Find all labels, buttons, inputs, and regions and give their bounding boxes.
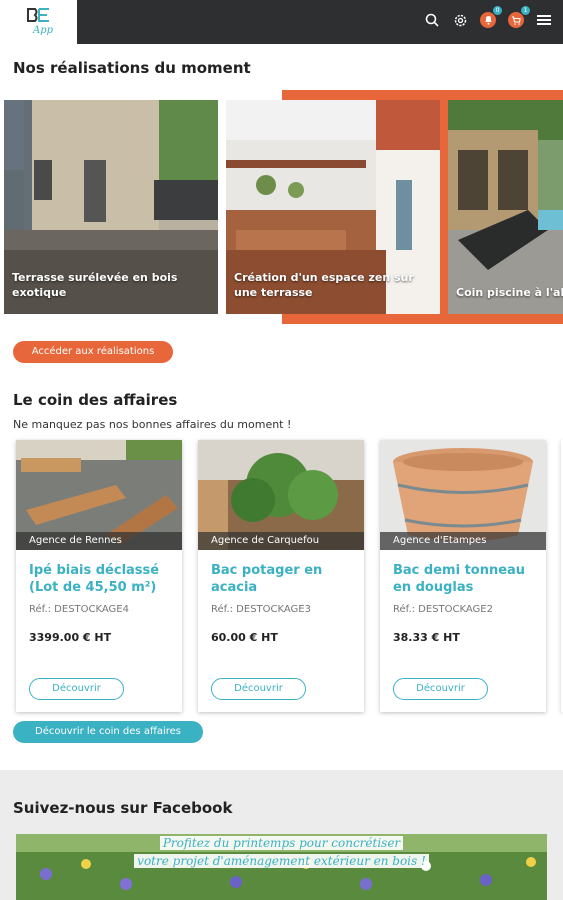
deal-title[interactable]: Ipé biais déclassé (Lot de 45,50 m²) <box>29 562 174 596</box>
realisation-card[interactable]: Création d'un espace zen sur une terrass… <box>226 100 440 314</box>
deal-reference: Réf.: DESTOCKAGE3 <box>211 604 311 615</box>
facebook-post-line2: votre projet d'aménagement extérieur en … <box>134 854 429 868</box>
deal-price: 3399.00 € HT <box>29 631 112 644</box>
deal-title[interactable]: Bac potager en acacia <box>211 562 356 596</box>
deal-price: 60.00 € HT <box>211 631 278 644</box>
realisation-photo <box>448 100 563 314</box>
affaires-subtitle: Ne manquez pas nos bonnes affaires du mo… <box>13 418 292 431</box>
deal-card[interactable]: Agence de Carquefou Bac potager en acaci… <box>198 440 364 712</box>
realisation-caption: Coin piscine à l'abri et avec du rangem <box>456 286 563 299</box>
deal-reference: Réf.: DESTOCKAGE2 <box>393 604 493 615</box>
deal-photo: Agence de Carquefou <box>198 440 364 550</box>
agency-label: Agence d'Etampes <box>380 532 546 550</box>
header-icons: 0 1 <box>423 6 553 29</box>
app-logo[interactable]: App <box>0 0 77 44</box>
deal-price: 38.33 € HT <box>393 631 460 644</box>
notification-icon[interactable]: 0 <box>479 6 502 29</box>
deal-card[interactable]: Agence de Rennes Ipé biais déclassé (Lot… <box>16 440 182 712</box>
deal-photo: Agence de Rennes <box>16 440 182 550</box>
svg-text:App: App <box>32 25 53 36</box>
agency-label: Agence de Rennes <box>16 532 182 550</box>
notification-badge: 0 <box>493 6 502 15</box>
logo-icon: App <box>27 8 53 36</box>
deal-title[interactable]: Bac demi tonneau en douglas <box>393 562 538 596</box>
realisation-caption: Terrasse surélevée en bois exotique <box>12 271 178 299</box>
realisation-card[interactable]: Coin piscine à l'abri et avec du rangem <box>448 100 563 314</box>
discover-button[interactable]: Découvrir <box>29 678 124 700</box>
menu-icon[interactable] <box>535 11 553 29</box>
top-bar: App 0 1 <box>0 0 563 44</box>
realisation-caption: Création d'un espace zen sur une terrass… <box>234 271 414 299</box>
deal-card[interactable]: Agence d'Etampes Bac demi tonneau en dou… <box>380 440 546 712</box>
access-realisations-button[interactable]: Accéder aux réalisations <box>13 341 173 363</box>
deal-reference: Réf.: DESTOCKAGE4 <box>29 604 129 615</box>
facebook-title: Suivez-nous sur Facebook <box>13 799 233 817</box>
cart-badge: 1 <box>521 6 530 15</box>
discover-affaires-button[interactable]: Découvrir le coin des affaires <box>13 721 203 743</box>
agency-label: Agence de Carquefou <box>198 532 364 550</box>
settings-icon[interactable] <box>451 11 469 29</box>
facebook-post-image[interactable]: Profitez du printemps pour concrétiser v… <box>16 834 547 900</box>
facebook-post-line1: Profitez du printemps pour concrétiser <box>159 836 404 850</box>
cart-icon[interactable]: 1 <box>507 6 530 29</box>
discover-button[interactable]: Découvrir <box>393 678 488 700</box>
search-icon[interactable] <box>423 11 441 29</box>
discover-button[interactable]: Découvrir <box>211 678 306 700</box>
deal-photo: Agence d'Etampes <box>380 440 546 550</box>
realisations-title: Nos réalisations du moment <box>13 59 251 77</box>
realisation-card[interactable]: Terrasse surélevée en bois exotique <box>4 100 218 314</box>
affaires-title: Le coin des affaires <box>13 391 178 409</box>
